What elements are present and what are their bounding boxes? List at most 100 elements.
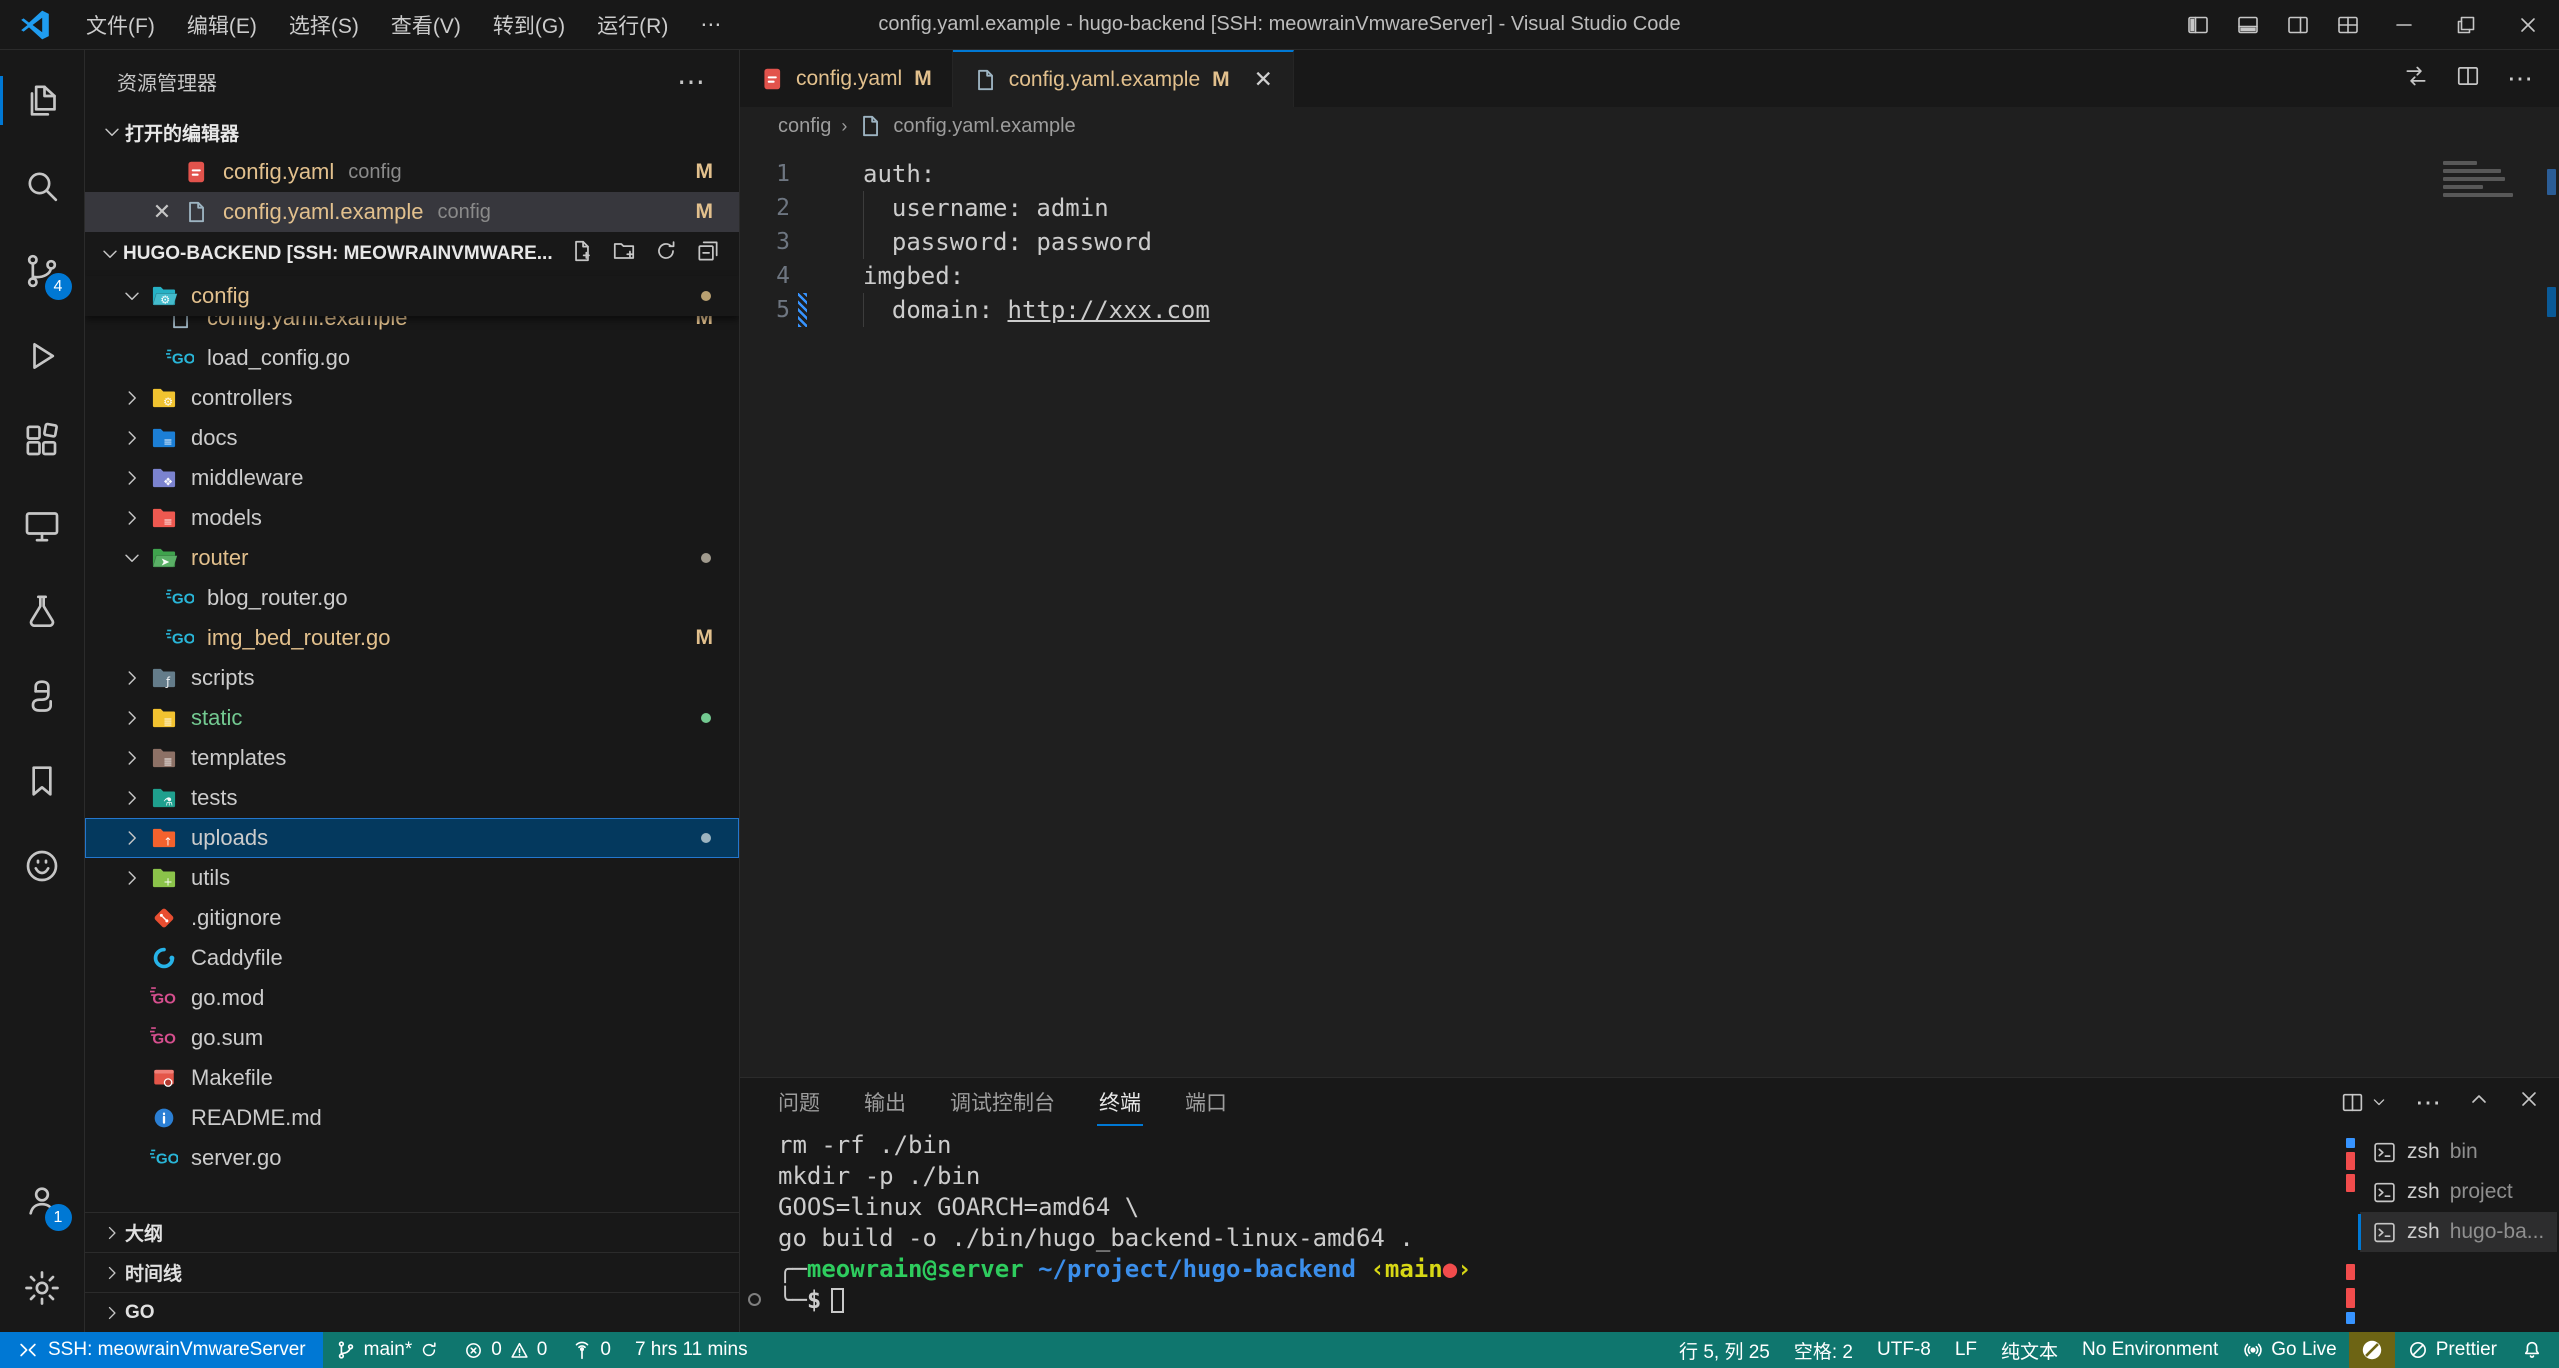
tree-item-router[interactable]: ➤ router <box>85 538 739 578</box>
wakatime-indicator[interactable]: 7 hrs 11 mins <box>623 1332 760 1368</box>
panel-tab-问题[interactable]: 问题 <box>778 1087 820 1117</box>
close-panel-button[interactable] <box>2517 1087 2541 1117</box>
menu-selection[interactable]: 选择(S) <box>273 3 375 47</box>
folder-chevron-icon[interactable] <box>121 667 143 689</box>
folder-chevron-icon[interactable] <box>121 827 143 849</box>
minimize-icon[interactable] <box>2392 13 2416 37</box>
activitybar-python[interactable] <box>0 653 85 738</box>
code-line-1[interactable]: 1 auth: <box>740 157 2559 191</box>
section-chevron-icon[interactable] <box>102 1263 122 1283</box>
toggle-panel-icon[interactable] <box>2236 13 2260 37</box>
breadcrumb[interactable]: config › config.yaml.example <box>740 107 2559 145</box>
remote-indicator[interactable]: SSH: meowrainVmwareServer <box>0 1332 323 1368</box>
activitybar-run-debug[interactable] <box>0 313 85 398</box>
ports-indicator[interactable]: 0 <box>559 1332 623 1368</box>
close-editor-icon[interactable]: ✕ <box>147 199 177 225</box>
activitybar-extensions[interactable] <box>0 398 85 483</box>
code-editor[interactable]: 1 auth: 2 username: admin 3 password: pa… <box>740 145 2559 1077</box>
split-terminal-button[interactable] <box>2340 1090 2389 1115</box>
activitybar-testing[interactable] <box>0 568 85 653</box>
maximize-panel-button[interactable] <box>2467 1087 2491 1117</box>
tree-item-go-sum[interactable]: GO go.sum <box>85 1018 739 1058</box>
editor-more-actions[interactable]: ⋯ <box>2507 63 2533 94</box>
close-tab-icon[interactable]: ✕ <box>1254 66 1273 93</box>
folder-chevron-icon[interactable] <box>121 427 143 449</box>
menu-file[interactable]: 文件(F) <box>70 3 171 47</box>
folder-chevron-icon[interactable] <box>121 285 143 307</box>
menu-more[interactable]: ⋯ <box>684 5 737 44</box>
folder-chevron-icon[interactable] <box>121 787 143 809</box>
activitybar-search[interactable] <box>0 143 85 228</box>
activitybar-settings[interactable] <box>0 1244 85 1332</box>
folder-chevron-icon[interactable] <box>121 547 143 569</box>
split-editor-button[interactable] <box>2455 63 2481 94</box>
status-environment[interactable]: No Environment <box>2070 1332 2230 1368</box>
tree-item-middleware[interactable]: ❖ middleware <box>85 458 739 498</box>
project-section-header[interactable]: HUGO-BACKEND [SSH: MEOWRAINVMWARE... <box>85 232 739 276</box>
sidebar-section-时间线[interactable]: 时间线 <box>85 1252 739 1292</box>
panel-tab-调试控制台[interactable]: 调试控制台 <box>950 1087 1055 1117</box>
terminal-instance-project[interactable]: zshproject <box>2360 1172 2557 1212</box>
tree-item-utils[interactable]: + utils <box>85 858 739 898</box>
breadcrumb-file[interactable]: config.yaml.example <box>893 115 1075 138</box>
activitybar-copilot[interactable] <box>0 823 85 908</box>
tree-item-img-bed-router-go[interactable]: GO img_bed_router.go M <box>85 618 739 658</box>
tree-item-gitignore[interactable]: .gitignore <box>85 898 739 938</box>
tree-item-templates[interactable]: ≣ templates <box>85 738 739 778</box>
menu-goto[interactable]: 转到(G) <box>477 3 581 47</box>
formatter-extension-badge[interactable] <box>2349 1332 2395 1368</box>
status-encoding[interactable]: UTF-8 <box>1865 1332 1943 1368</box>
tree-item-controllers[interactable]: ⚙ controllers <box>85 378 739 418</box>
sidebar-section-大纲[interactable]: 大纲 <box>85 1212 739 1252</box>
project-chevron-icon[interactable] <box>99 243 121 265</box>
terminal-output[interactable]: rm -rf ./binmkdir -p ./binGOOS=linux GOA… <box>778 1130 1472 1316</box>
code-line-4[interactable]: 4 imgbed: <box>740 259 2559 293</box>
terminal-instance-hugo-ba[interactable]: zshhugo-ba... <box>2360 1212 2557 1252</box>
tree-item-makefile[interactable]: Makefile <box>85 1058 739 1098</box>
folder-chevron-icon[interactable] <box>121 707 143 729</box>
tree-item-static[interactable]: ≣ static <box>85 698 739 738</box>
activitybar-source-control[interactable]: 4 <box>0 228 85 313</box>
close-window-icon[interactable] <box>2516 13 2540 37</box>
status-cursor-position[interactable]: 行 5, 列 25 <box>1667 1332 1782 1368</box>
refresh-button[interactable] <box>653 238 679 270</box>
folder-chevron-icon[interactable] <box>121 507 143 529</box>
open-editor-config-yaml[interactable]: config.yaml config M <box>85 152 739 192</box>
editor-tab-config-yaml[interactable]: config.yaml M <box>740 50 953 107</box>
tree-item-config-yaml-example[interactable]: config.yaml.example M <box>85 316 739 338</box>
problems-indicator[interactable]: 00 <box>451 1332 559 1368</box>
code-line-2[interactable]: 2 username: admin <box>740 191 2559 225</box>
new-file-button[interactable] <box>569 238 595 270</box>
tree-item-uploads[interactable]: ↑ uploads <box>85 818 739 858</box>
tree-item-docs[interactable]: ≡ docs <box>85 418 739 458</box>
open-editors-chevron-icon[interactable] <box>101 121 123 143</box>
sidebar-more-actions-icon[interactable]: ⋯ <box>677 65 705 98</box>
open-editor-config-yaml-example[interactable]: ✕ config.yaml.example config M <box>85 192 739 232</box>
code-line-5[interactable]: 5 domain: http://xxx.com <box>740 293 2559 327</box>
panel-more-actions[interactable]: ⋯ <box>2415 1087 2441 1118</box>
activitybar-accounts[interactable]: 1 <box>0 1156 85 1244</box>
menu-view[interactable]: 查看(V) <box>375 3 477 47</box>
tree-item-scripts[interactable]: ƒ scripts <box>85 658 739 698</box>
minimap[interactable] <box>2443 161 2517 201</box>
branch-indicator[interactable]: main* <box>323 1332 452 1368</box>
panel-tab-输出[interactable]: 输出 <box>864 1087 906 1117</box>
tree-item-load-config-go[interactable]: GO load_config.go <box>85 338 739 378</box>
tree-item-models[interactable]: ≡ models <box>85 498 739 538</box>
breadcrumb-folder[interactable]: config <box>778 115 831 138</box>
restore-icon[interactable] <box>2454 13 2478 37</box>
tree-item-caddyfile[interactable]: Caddyfile <box>85 938 739 978</box>
status-indentation[interactable]: 空格: 2 <box>1782 1332 1865 1368</box>
menu-edit[interactable]: 编辑(E) <box>171 3 273 47</box>
section-chevron-icon[interactable] <box>102 1223 122 1243</box>
tree-item-blog-router-go[interactable]: GO blog_router.go <box>85 578 739 618</box>
panel-tab-端口[interactable]: 端口 <box>1185 1087 1227 1117</box>
folder-chevron-icon[interactable] <box>121 747 143 769</box>
menu-run[interactable]: 运行(R) <box>581 3 684 47</box>
terminal-instance-bin[interactable]: zshbin <box>2360 1132 2557 1172</box>
tree-item-server-go[interactable]: GO server.go <box>85 1138 739 1178</box>
status-eol[interactable]: LF <box>1943 1332 1989 1368</box>
new-folder-button[interactable] <box>611 238 637 270</box>
activitybar-bookmarks[interactable] <box>0 738 85 823</box>
go-live-button[interactable]: Go Live <box>2230 1332 2348 1368</box>
